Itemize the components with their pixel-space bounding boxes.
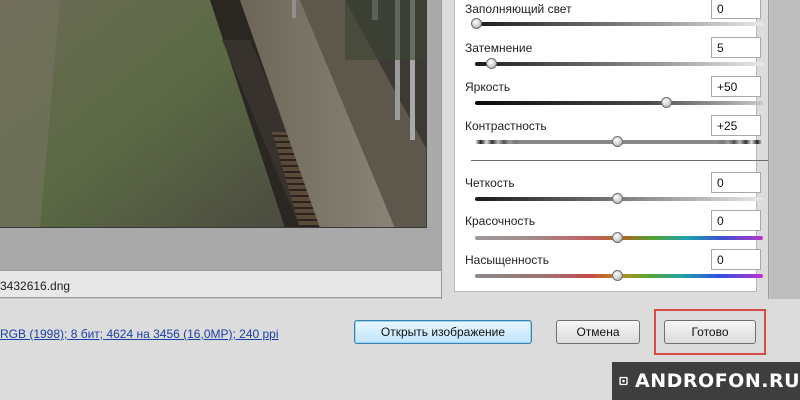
file-info-strip: 3432616.dng [0, 270, 441, 298]
image-preview-area [0, 0, 441, 270]
clarity-label: Четкость [465, 176, 515, 190]
open-image-button[interactable]: Открыть изображение [354, 320, 532, 344]
fill-light-slider-thumb[interactable] [471, 18, 482, 29]
brightness-label: Яркость [465, 80, 511, 94]
fill-light-value[interactable]: 0 [711, 0, 761, 19]
android-logo-icon [619, 376, 628, 386]
brightness-slider-thumb[interactable] [661, 97, 672, 108]
fill-light-slider-track[interactable] [475, 22, 763, 26]
blacks-label: Затемнение [465, 41, 533, 55]
file-name: 3432616.dng [0, 279, 71, 293]
contrast-slider-thumb[interactable] [612, 136, 623, 147]
contrast-value[interactable]: +25 [711, 115, 761, 136]
blacks-value[interactable]: 5 [711, 37, 761, 58]
vibrance-label: Красочность [465, 214, 536, 228]
section-divider [471, 160, 768, 161]
workflow-options-link[interactable]: RGB (1998); 8 бит; 4624 на 3456 (16,0MP)… [0, 327, 279, 341]
saturation-slider-thumb[interactable] [612, 270, 623, 281]
watermark-text: ANDROFON.RU [635, 370, 800, 392]
saturation-label: Насыщенность [465, 253, 550, 267]
brightness-slider-track[interactable] [475, 101, 763, 105]
vibrance-slider-thumb[interactable] [612, 232, 623, 243]
cancel-button[interactable]: Отмена [556, 320, 640, 344]
watermark: ANDROFON.RU [612, 362, 800, 400]
contrast-label: Контрастность [465, 119, 547, 133]
fill-light-label: Заполняющий свет [465, 2, 572, 16]
saturation-value[interactable]: 0 [711, 249, 761, 270]
blacks-slider-thumb[interactable] [486, 58, 497, 69]
brightness-value[interactable]: +50 [711, 76, 761, 97]
adjustment-panel-content: Заполняющий свет 0 Затемнение 5 Яркость … [454, 0, 768, 292]
done-button-highlight [654, 309, 766, 355]
clarity-value[interactable]: 0 [711, 172, 761, 193]
vibrance-value[interactable]: 0 [711, 210, 761, 231]
blacks-slider-track[interactable] [475, 62, 763, 66]
clarity-slider-thumb[interactable] [612, 193, 623, 204]
photo-preview-graphic [0, 0, 426, 227]
photo-preview [0, 0, 427, 228]
adjustment-panel: Заполняющий свет 0 Затемнение 5 Яркость … [441, 0, 769, 299]
